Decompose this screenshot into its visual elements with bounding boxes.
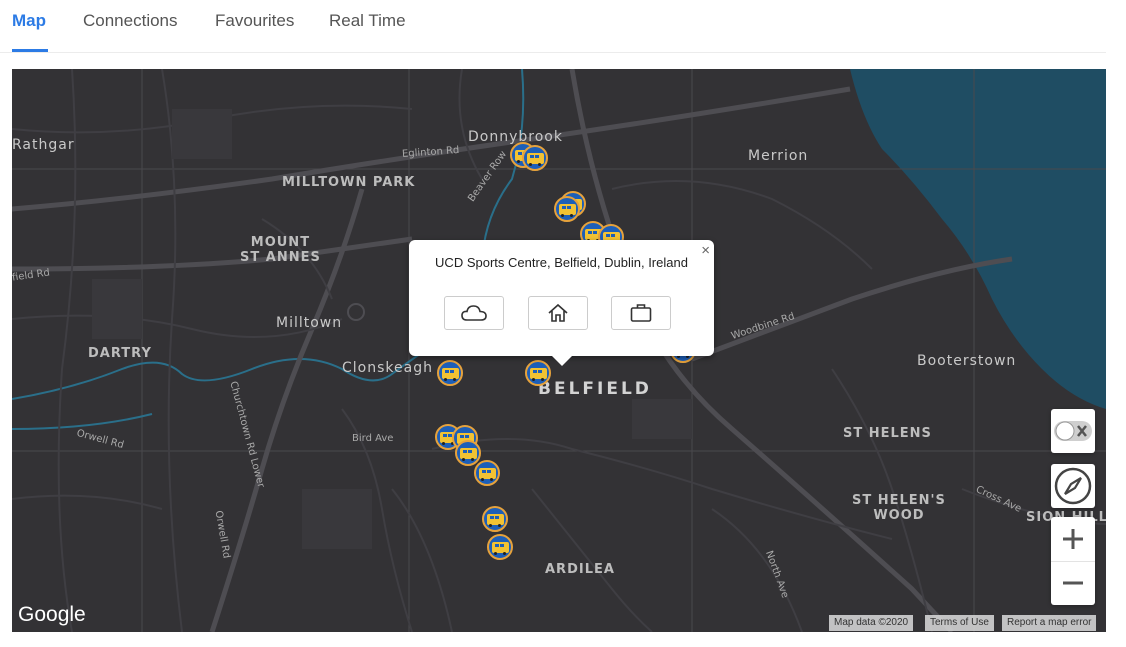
popup-title: UCD Sports Centre, Belfield, Dublin, Ire… [435, 255, 688, 270]
tab-bar: Map Connections Favourites Real Time [0, 0, 1106, 53]
bus-stop-marker[interactable] [474, 460, 500, 486]
bus-stop-marker[interactable] [522, 145, 548, 171]
bus-stop-marker[interactable] [487, 534, 513, 560]
zoom-control [1051, 517, 1095, 605]
tab-map[interactable]: Map [12, 11, 46, 31]
bus-icon [441, 367, 459, 381]
bus-icon [529, 367, 547, 381]
bus-icon [491, 541, 509, 555]
bus-icon [526, 152, 544, 166]
label-mount-st-annes: MOUNT ST ANNES [240, 235, 321, 265]
compass-button[interactable] [1051, 464, 1095, 508]
stop-info-popup: UCD Sports Centre, Belfield, Dublin, Ire… [409, 240, 714, 366]
dark-mode-toggle[interactable] [1051, 409, 1095, 453]
terms-of-use-link[interactable]: Terms of Use [925, 615, 994, 631]
bus-icon [478, 467, 496, 481]
bus-stop-marker[interactable] [525, 360, 551, 386]
set-work-button[interactable] [611, 296, 671, 330]
tab-favourites[interactable]: Favourites [215, 11, 294, 31]
bus-stop-marker[interactable] [554, 196, 580, 222]
set-home-button[interactable] [528, 296, 588, 330]
close-icon[interactable]: × [701, 242, 710, 259]
label-ardilea: ARDILEA [545, 562, 615, 577]
label-rathgar: Rathgar [12, 137, 75, 153]
bus-icon [459, 447, 477, 461]
toggle-switch-icon [1054, 421, 1092, 441]
label-bird-ave: Bird Ave [352, 433, 394, 444]
minus-icon [1063, 581, 1083, 585]
google-logo: Google [18, 603, 86, 626]
bus-stop-marker[interactable] [437, 360, 463, 386]
tab-connections[interactable]: Connections [83, 11, 178, 31]
label-dartry: DARTRY [88, 346, 152, 361]
home-icon [548, 303, 568, 322]
label-booterstown: Booterstown [917, 353, 1017, 369]
bus-icon [486, 513, 504, 527]
label-donnybrook: Donnybrook [468, 129, 563, 145]
weather-button[interactable] [444, 296, 504, 330]
label-merrion: Merrion [748, 148, 809, 164]
label-milltown: Milltown [276, 315, 343, 331]
label-belfield: BELFIELD [538, 379, 652, 399]
bus-stop-marker[interactable] [455, 440, 481, 466]
map-canvas[interactable]: Donnybrook Merrion Rathgar MILLTOWN PARK… [12, 69, 1106, 632]
active-tab-indicator [12, 49, 48, 52]
label-st-helens-wood: ST HELEN'S WOOD [852, 493, 946, 523]
label-st-helens: ST HELENS [843, 426, 932, 441]
zoom-out-button[interactable] [1051, 562, 1095, 606]
tab-real-time[interactable]: Real Time [329, 11, 406, 31]
report-map-error-link[interactable]: Report a map error [1002, 615, 1097, 631]
map-data-attribution: Map data ©2020 [829, 615, 914, 631]
compass-icon [1054, 467, 1092, 505]
zoom-in-button[interactable] [1051, 517, 1095, 562]
label-clonskeagh: Clonskeagh [342, 360, 433, 376]
cloud-icon [461, 305, 487, 321]
briefcase-icon [630, 304, 652, 322]
bus-icon [558, 203, 576, 217]
bus-stop-marker[interactable] [482, 506, 508, 532]
label-milltown-park: MILLTOWN PARK [282, 175, 416, 190]
plus-icon [1063, 528, 1083, 549]
